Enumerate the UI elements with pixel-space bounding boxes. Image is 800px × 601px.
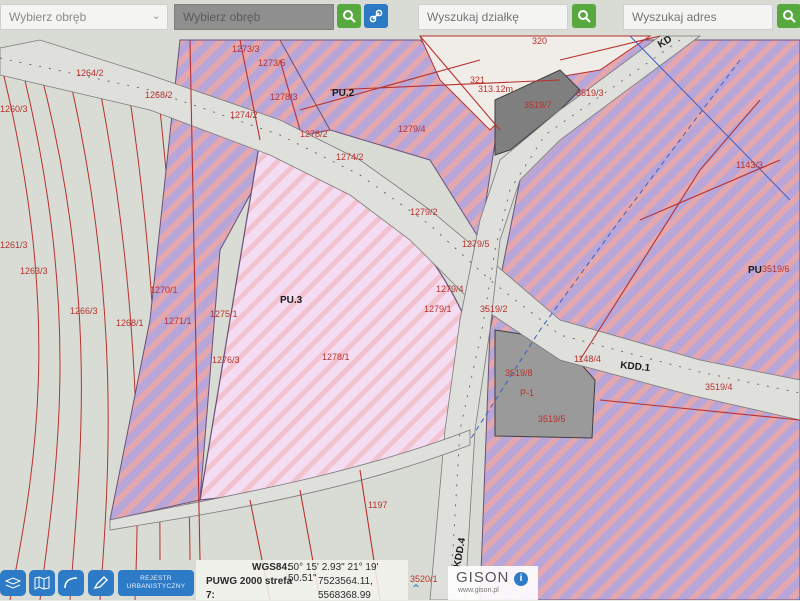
parcel-label: 3519/4 (705, 382, 733, 392)
parcel-label: 3519/8 (505, 368, 533, 378)
chevron-down-icon: ⌄ (151, 10, 161, 22)
parcel-label: 3519/6 (762, 264, 790, 274)
link-icon (369, 9, 383, 23)
parcel-label: 1279/1 (424, 304, 452, 314)
parcel-search-input[interactable] (418, 4, 568, 30)
dimension-label: 313.12m (478, 84, 513, 94)
parcel-search-button[interactable] (572, 4, 596, 28)
parcel-label: 1278/1 (322, 352, 350, 362)
brand-url: www.gison.pl (458, 587, 499, 594)
pencil-icon (93, 576, 108, 589)
obreb-select-2[interactable]: Wybierz obręb (174, 4, 334, 30)
parcel-label: 320 (532, 36, 547, 46)
link-button[interactable] (364, 4, 388, 28)
parcel-label: 3519/5 (538, 414, 566, 424)
parcel-label: 1261/3 (0, 240, 28, 250)
parcel-label: 1260/3 (0, 104, 28, 114)
parcel-label: 1264/2 (76, 68, 104, 78)
parcel-label: 1276/3 (212, 355, 240, 365)
parcel-label: 3519/2 (480, 304, 508, 314)
draw-button[interactable] (88, 570, 114, 596)
parcel-label: 1279/5 (462, 239, 490, 249)
parcel-label: 1271/1 (164, 316, 192, 326)
parcel-label: 1275/1 (210, 309, 238, 319)
layers-icon (5, 577, 21, 589)
brand-panel: GISON www.gison.pl i (448, 566, 538, 600)
zone-label: PU.2 (332, 88, 355, 99)
parcel-label: 1266/3 (70, 306, 98, 316)
puwg-label: PUWG 2000 strefa (206, 576, 293, 587)
measure-button[interactable] (58, 570, 84, 596)
map-canvas[interactable]: 1273/3 1273/5 1264/2 1268/2 1278/3 1274/… (0, 0, 800, 600)
register-button-label: REJESTR URBANISTYCZNY (126, 575, 186, 590)
zone-label: PU.3 (280, 295, 303, 306)
register-button[interactable]: REJESTR URBANISTYCZNY (118, 570, 194, 596)
address-search-input[interactable] (623, 4, 773, 30)
parcel-label: 1268/2 (145, 90, 173, 100)
obreb-select-1[interactable]: Wybierz obręb ⌄ (0, 4, 168, 30)
parcel-label: 1279/2 (410, 207, 438, 217)
parcel-label: 1148/4 (574, 354, 601, 364)
parcel-label: 3519/3 (576, 88, 604, 98)
parcel-label: 1278/3 (270, 92, 298, 102)
parcel-label: 3519/7 (524, 100, 552, 110)
search-icon (578, 10, 591, 23)
parcel-label: P-1 (520, 388, 534, 398)
search-icon (783, 10, 796, 23)
obreb-select-2-value: Wybierz obręb (183, 10, 261, 24)
map-icon (34, 576, 50, 590)
layers-button[interactable] (0, 570, 26, 596)
brand-name: GISON (456, 569, 510, 586)
parcel-label: 1274/2 (230, 110, 258, 120)
parcel-label: 1273/3 (232, 44, 260, 54)
z-label: 7: (206, 590, 215, 601)
parcel-label: 1263/3 (20, 266, 48, 276)
parcel-label: 1143/3 (736, 160, 763, 170)
search-obreb-button[interactable] (337, 4, 361, 28)
parcel-label: 1279/4 (436, 284, 464, 294)
chevron-up-icon[interactable]: ⌃ (411, 582, 421, 596)
search-icon (343, 10, 356, 23)
parcel-label: 1274/2 (336, 152, 364, 162)
measure-icon (64, 577, 78, 589)
puwg-y: 5568368.99 (318, 590, 371, 601)
parcel-label: 1278/2 (300, 129, 328, 139)
parcel-label: 1197 (368, 500, 387, 510)
parcel-label: 1270/1 (150, 285, 178, 295)
parcel-label: 1279/4 (398, 124, 426, 134)
info-icon[interactable]: i (514, 572, 528, 586)
address-search-button[interactable] (777, 4, 800, 28)
zone-label: PU (748, 265, 762, 276)
parcel-label: 1273/5 (258, 58, 286, 68)
puwg-x: 7523564.11, (318, 576, 373, 587)
parcel-label: 1268/1 (116, 318, 144, 328)
obreb-select-1-value: Wybierz obręb (9, 10, 87, 24)
coordinates-panel: WGS84: 50° 15' 2.93" 21° 19' 50.51" PUWG… (196, 560, 408, 601)
wgs-label: WGS84: (252, 562, 291, 573)
map-button[interactable] (29, 570, 55, 596)
